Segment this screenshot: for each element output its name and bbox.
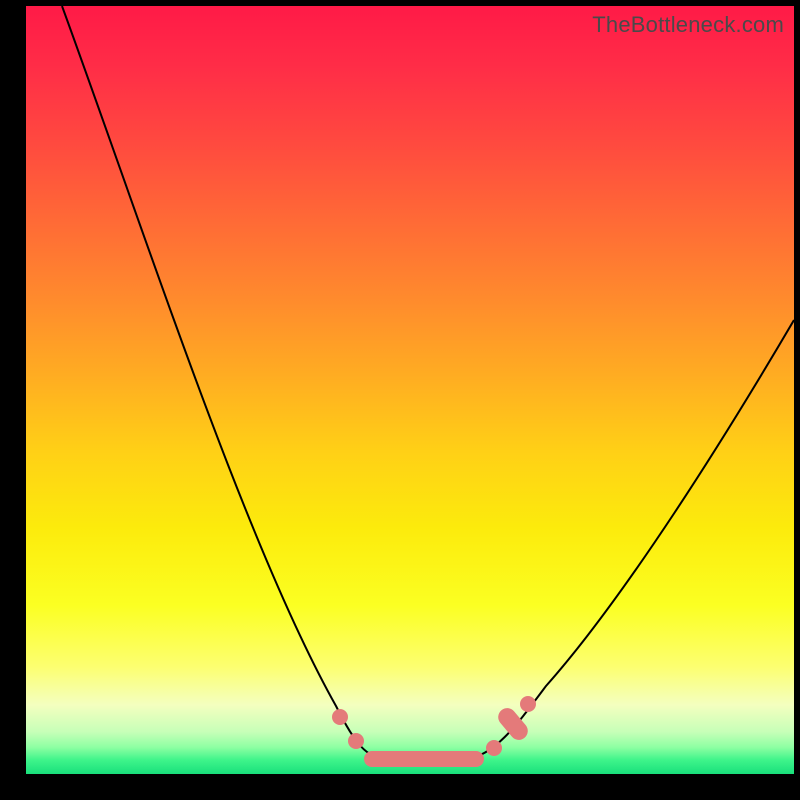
watermark-text: TheBottleneck.com <box>592 12 784 38</box>
markers-group <box>332 696 536 767</box>
marker-dot <box>486 740 502 756</box>
chart-frame: TheBottleneck.com <box>0 0 800 800</box>
marker-pill <box>364 751 484 767</box>
marker-dot <box>332 709 348 725</box>
curve-right <box>466 320 794 760</box>
plot-area: TheBottleneck.com <box>26 6 794 774</box>
curve-left <box>62 6 386 760</box>
marker-dot <box>520 696 536 712</box>
chart-svg <box>26 6 794 774</box>
marker-dot <box>348 733 364 749</box>
